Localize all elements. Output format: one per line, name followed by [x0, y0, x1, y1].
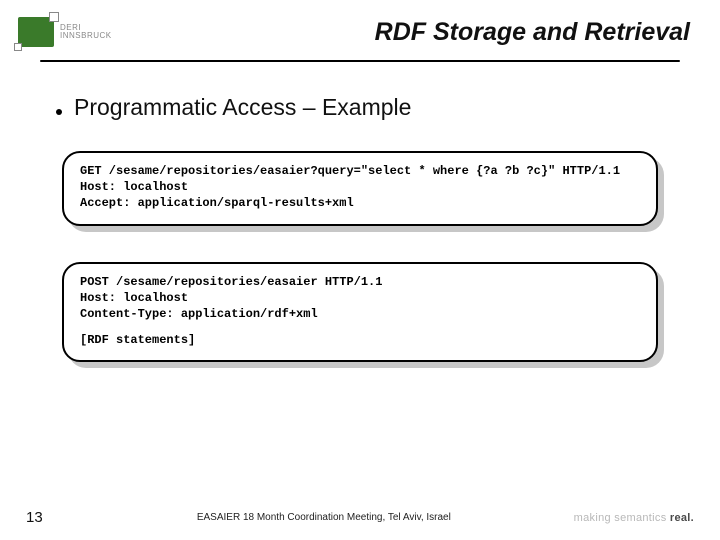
code-box: POST /sesame/repositories/easaier HTTP/1… [62, 262, 658, 363]
slide-footer: 13 EASAIER 18 Month Coordination Meeting… [0, 509, 720, 526]
page-number: 13 [26, 509, 74, 526]
tagline-prefix: making semantics [574, 512, 670, 524]
code-line: Host: localhost [80, 291, 188, 305]
logo-icon [18, 17, 54, 47]
bullet-text: Programmatic Access – Example [74, 94, 411, 121]
code-line: Host: localhost [80, 180, 188, 194]
slide: DERI INNSBRUCK RDF Storage and Retrieval… [0, 0, 720, 540]
bullet-item: Programmatic Access – Example [56, 94, 664, 121]
code-line: GET /sesame/repositories/easaier?query="… [80, 164, 620, 178]
code-line: Accept: application/sparql-results+xml [80, 196, 354, 210]
code-block-2: POST /sesame/repositories/easaier HTTP/1… [62, 262, 658, 363]
code-box: GET /sesame/repositories/easaier?query="… [62, 151, 658, 226]
slide-title: RDF Storage and Retrieval [375, 18, 696, 47]
logo-text-sub: INNSBRUCK [60, 32, 112, 40]
code-line: [RDF statements] [80, 333, 195, 347]
slide-header: DERI INNSBRUCK RDF Storage and Retrieval [0, 0, 720, 58]
code-line: Content-Type: application/rdf+xml [80, 307, 318, 321]
slide-body: Programmatic Access – Example GET /sesam… [0, 62, 720, 362]
footer-caption: EASAIER 18 Month Coordination Meeting, T… [74, 512, 574, 523]
code-line: POST /sesame/repositories/easaier HTTP/1… [80, 275, 382, 289]
deri-logo: DERI INNSBRUCK [18, 12, 158, 52]
tagline-emph: real. [670, 512, 694, 524]
bullet-icon [56, 109, 62, 115]
footer-tagline: making semantics real. [574, 512, 694, 524]
code-block-1: GET /sesame/repositories/easaier?query="… [62, 151, 658, 226]
